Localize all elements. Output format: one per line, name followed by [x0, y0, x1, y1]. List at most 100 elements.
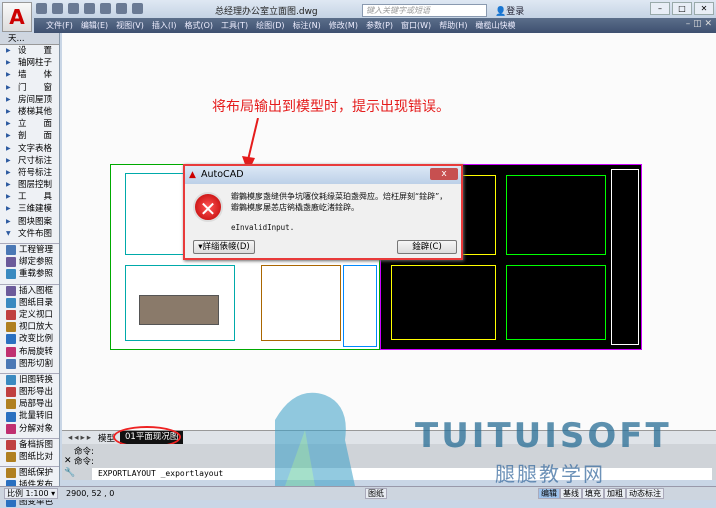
tangent-sidebar: 天... ▶ 设 置 ▶ 轴网柱子 ▶ 墙 体 ▶ 门 窗 ▶ 房间屋顶 ▶ 楼梯其他 ▶ 立 面 ▶ 剖 面 ▶… [0, 33, 60, 507]
tool-label: 旧图转换 [19, 374, 54, 385]
new-icon[interactable] [36, 3, 47, 14]
sidebar-group[interactable]: ▶ 符号标注 [0, 167, 59, 179]
menu-item[interactable]: 视图(V) [112, 20, 148, 31]
tool-icon [6, 358, 16, 369]
sidebar-tool[interactable]: 图纸保护 [0, 467, 59, 479]
sidebar-tool[interactable]: 图形导出 [0, 386, 59, 398]
sidebar-group[interactable]: ▶ 尺寸标注 [0, 155, 59, 167]
maximize-button[interactable]: □ [672, 2, 692, 15]
expand-arrow-icon: ▶ [6, 193, 11, 201]
wrench-icon[interactable]: 🔧 [64, 468, 75, 478]
menu-item[interactable]: 参数(P) [362, 20, 397, 31]
sidebar-group[interactable]: ▶ 剖 面 [0, 130, 59, 142]
undo-icon[interactable] [116, 3, 127, 14]
sidebar-tool[interactable]: 重载参照 [0, 268, 59, 280]
sidebar-tool[interactable]: 定义视口 [0, 309, 59, 321]
menu-item[interactable]: 插入(I) [148, 20, 181, 31]
sidebar-group[interactable]: ▶ 轴网柱子 [0, 57, 59, 69]
show-details-button[interactable]: ▾詳缁俵帹(D) [193, 240, 255, 254]
menu-item[interactable]: 文件(F) [42, 20, 77, 31]
tool-icon [6, 334, 16, 345]
status-button-bold[interactable]: 加粗 [604, 488, 626, 499]
sidebar-group[interactable]: ▶ 房间屋顶 [0, 94, 59, 106]
sidebar-group[interactable]: ▶ 楼梯其他 [0, 106, 59, 118]
save-icon[interactable] [68, 3, 79, 14]
tool-icon [6, 346, 16, 357]
sidebar-group[interactable]: ▶ 三维建模 [0, 203, 59, 215]
sidebar-group[interactable]: ▶ 立 面 [0, 118, 59, 130]
open-icon[interactable] [52, 3, 63, 14]
sidebar-tool[interactable]: 插入图框 [0, 285, 59, 297]
menu-bar: 文件(F) 编辑(E) 视图(V) 插入(I) 格式(O) 工具(T) 绘图(D) 标注(N)… [34, 18, 716, 33]
menu-item[interactable]: 帮助(H) [435, 20, 471, 31]
command-input[interactable]: EXPORTLAYOUT _exportlayout [92, 468, 712, 480]
group-label: 文字表格 [18, 143, 53, 154]
application-menu-button[interactable]: A [2, 2, 32, 32]
sidebar-tool[interactable]: 改变比例 [0, 333, 59, 345]
sidebar-tool[interactable]: 布局旋转 [0, 346, 59, 358]
group-label: 轴网柱子 [18, 58, 53, 69]
status-button-fill[interactable]: 填充 [582, 488, 604, 499]
tool-icon [6, 297, 16, 308]
sidebar-group[interactable]: ▶ 设 置 [0, 45, 59, 57]
tool-label: 视口放大 [19, 322, 54, 333]
sidebar-group-expanded[interactable]: ▼ 文件布图 [0, 228, 59, 240]
status-button-baseline[interactable]: 基线 [560, 488, 582, 499]
sidebar-group[interactable]: ▶ 工 具 [0, 191, 59, 203]
menu-item[interactable]: 窗口(W) [397, 20, 435, 31]
sidebar-header[interactable]: 天... [0, 33, 59, 45]
sidebar-tool[interactable]: 分解对象 [0, 423, 59, 435]
expand-arrow-icon: ▶ [6, 83, 11, 91]
redo-icon[interactable] [132, 3, 143, 14]
sidebar-tool[interactable]: 旧图转换 [0, 374, 59, 386]
menu-item[interactable]: 橄榄山快模 [471, 20, 519, 31]
group-label: 剖 面 [18, 131, 53, 142]
status-button-edit[interactable]: 编辑 [538, 488, 560, 499]
expand-arrow-icon: ▶ [6, 217, 11, 225]
expand-arrow-icon: ▶ [6, 47, 11, 54]
sidebar-tool[interactable]: 图纸比对 [0, 451, 59, 463]
sidebar-tool[interactable]: 批量转旧 [0, 410, 59, 422]
status-button-dynamic-dim[interactable]: 动态标注 [626, 488, 664, 499]
menu-item[interactable]: 标注(N) [289, 20, 325, 31]
sidebar-tool[interactable]: 图纸目录 [0, 297, 59, 309]
dialog-close-action-button[interactable]: 鍂辟(C) [397, 240, 457, 254]
scale-dropdown[interactable]: 比例 1:100 ▾ [4, 488, 59, 499]
tool-icon [6, 310, 16, 321]
login-button[interactable]: 👤登录 [495, 4, 524, 17]
tool-label: 图形导出 [19, 387, 54, 398]
close-command-icon[interactable]: ✕ [64, 456, 72, 466]
expand-arrow-icon: ▶ [6, 71, 11, 79]
sidebar-group[interactable]: ▶ 墙 体 [0, 69, 59, 81]
menu-item[interactable]: 格式(O) [180, 20, 217, 31]
status-button-paper[interactable]: 图纸 [365, 488, 387, 499]
sidebar-group[interactable]: ▶ 文字表格 [0, 143, 59, 155]
sidebar-tool[interactable]: 备档拆图 [0, 439, 59, 451]
sidebar-group[interactable]: ▶ 图块图案 [0, 216, 59, 228]
tab-navigation-arrows[interactable]: ◂◂▸▸ [68, 433, 93, 443]
minimize-button[interactable]: – [650, 2, 670, 15]
sidebar-tool[interactable]: 图形切割 [0, 358, 59, 370]
print-icon[interactable] [100, 3, 111, 14]
menu-item[interactable]: 工具(T) [217, 20, 252, 31]
group-label: 文件布图 [18, 228, 53, 239]
tool-icon [6, 374, 16, 385]
sidebar-tool[interactable]: 视口放大 [0, 321, 59, 333]
tool-icon [6, 285, 16, 296]
sidebar-tool[interactable]: 工程管理 [0, 244, 59, 256]
menu-item[interactable]: 绘图(D) [252, 20, 288, 31]
sidebar-group[interactable]: ▶ 门 窗 [0, 82, 59, 94]
tool-label: 改变比例 [19, 334, 54, 345]
sidebar-tool[interactable]: 局部导出 [0, 398, 59, 410]
search-input[interactable]: 键入关键字或短语 [362, 4, 487, 17]
close-button[interactable]: ✕ [694, 2, 714, 15]
menu-item[interactable]: 修改(M) [325, 20, 362, 31]
sidebar-tool[interactable]: 绑定参照 [0, 256, 59, 268]
sidebar-group[interactable]: ▶ 图层控制 [0, 179, 59, 191]
group-label: 尺寸标注 [18, 155, 53, 166]
dialog-close-button[interactable]: x [430, 168, 458, 180]
tool-icon [6, 411, 16, 422]
document-controls[interactable]: – ◫ ✕ [686, 19, 712, 29]
menu-item[interactable]: 编辑(E) [77, 20, 112, 31]
save-as-icon[interactable] [84, 3, 95, 14]
